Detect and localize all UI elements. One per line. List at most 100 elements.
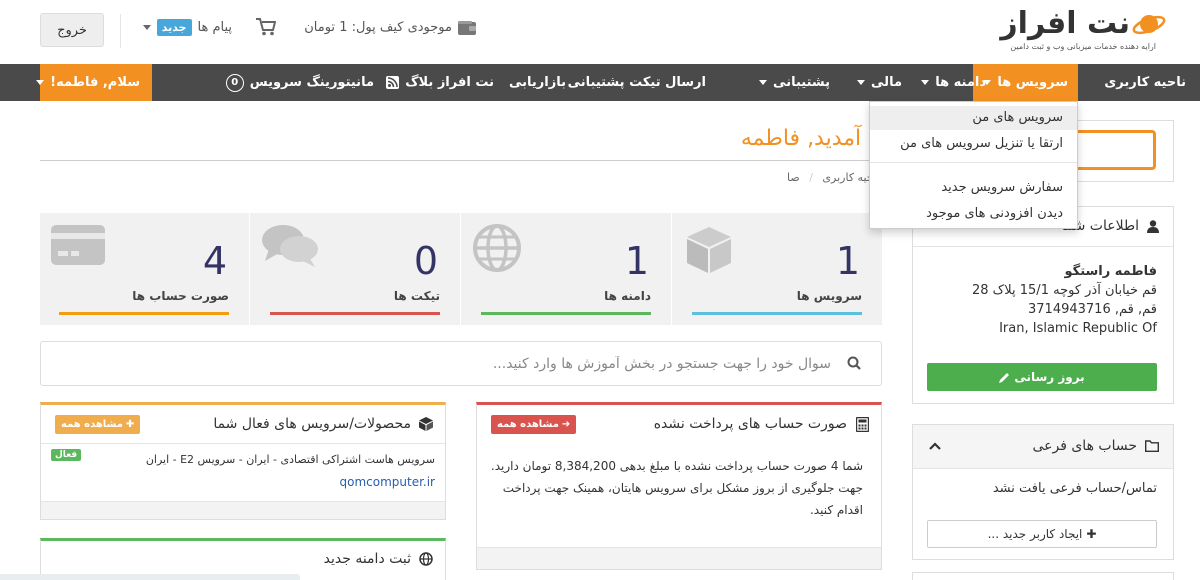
panel-footer: [41, 501, 445, 519]
dropdown-upgrade[interactable]: ارتقا یا تنزیل سرویس های من: [870, 132, 1077, 156]
wallet-balance[interactable]: موجودی کیف پول: 1 تومان: [304, 20, 476, 35]
calculator-icon: [856, 417, 869, 432]
kb-search-input[interactable]: [71, 354, 831, 374]
nav-support[interactable]: پشتیبانی: [759, 64, 830, 101]
site-logo[interactable]: نت افراز ارایه دهنده خدمات میزبانی وب و …: [990, 6, 1180, 58]
plus-icon: ✚: [1086, 527, 1097, 541]
contacts-empty-message: تماس/حساب فرعی یافت نشد: [992, 481, 1157, 496]
dropdown-my-services[interactable]: سرویس های من: [870, 106, 1077, 130]
stat-value: 1: [835, 239, 860, 283]
add-contact-button[interactable]: ✚ ایجاد کاربر جدید ...: [927, 520, 1157, 548]
status-badge: فعال: [51, 449, 82, 461]
nav-label: سرویس ها: [997, 75, 1068, 90]
panel-header: محصولات/سرویس های فعال شما ✚ مشاهده همه: [41, 405, 445, 443]
button-label: ایجاد کاربر جدید ...: [987, 527, 1083, 541]
logo-text: نت افراز: [1000, 6, 1131, 41]
chevron-up-icon[interactable]: [929, 442, 941, 450]
nav-label: دامنه ها: [935, 75, 986, 90]
welcome-header: خوش آمدید, فاطمه: [40, 100, 920, 161]
shopping-cart-icon: [256, 18, 276, 36]
nav-client-area[interactable]: ناحیه کاربری: [1104, 64, 1186, 101]
rss-icon: [386, 76, 400, 89]
client-name: فاطمه راستگو: [1064, 264, 1157, 279]
stat-tile-invoices[interactable]: 4 صورت حساب ها: [40, 213, 249, 325]
stat-color-bar: [270, 312, 440, 315]
panel-header[interactable]: حساب های فرعی: [913, 425, 1173, 469]
view-all-invoices-button[interactable]: ➔ مشاهده همه: [491, 415, 577, 434]
pencil-icon: [999, 372, 1010, 383]
view-all-products-button[interactable]: ✚ مشاهده همه: [55, 415, 141, 434]
top-header: نت افراز ارایه دهنده خدمات میزبانی وب و …: [0, 0, 1200, 64]
user-icon: [1147, 220, 1159, 233]
wallet-text: موجودی کیف پول: 1 تومان: [304, 20, 452, 35]
unpaid-invoices-panel: صورت حساب های پرداخت نشده ➔ مشاهده همه ش…: [476, 402, 882, 570]
comments-icon: [261, 223, 319, 269]
nav-label: بازاریابی: [509, 75, 566, 90]
client-address: فاطمه راستگو قم خیابان آذر کوچه 15/1 پلا…: [972, 262, 1157, 338]
nav-affiliates[interactable]: بازاریابی: [509, 64, 566, 101]
messages-label: پیام ها: [197, 20, 233, 35]
button-label: مشاهده همه: [497, 419, 559, 430]
logout-button[interactable]: خروج: [40, 13, 104, 47]
address-country: Iran, Islamic Republic Of: [999, 321, 1157, 336]
tile-divider: [460, 213, 461, 325]
stat-value: 0: [413, 239, 438, 283]
address-line: قم, قم, 3714943716: [1028, 302, 1157, 317]
nav-billing[interactable]: مالی: [857, 64, 902, 101]
sidebar-next-panel: [912, 572, 1174, 580]
nav-label: ارسال تیکت پشتیبانی: [567, 75, 706, 90]
messages-menu[interactable]: پیام ها جدید: [142, 19, 233, 36]
message-line: شما 4 صورت حساب پرداخت نشده با مبلغ بدهی…: [490, 459, 863, 473]
planet-icon: [1132, 10, 1166, 40]
chevron-down-icon: [759, 80, 768, 85]
services-dropdown-menu: سرویس های من ارتقا یا تنزیل سرویس های من…: [869, 101, 1078, 229]
message-line: اقدام کنید.: [809, 503, 863, 517]
stat-color-bar: [59, 312, 229, 315]
update-details-button[interactable]: بروز رسانی: [927, 363, 1157, 391]
search-icon: [847, 356, 861, 370]
nav-monitoring[interactable]: مانیتورینگ سرویس 0: [225, 64, 374, 101]
wallet-icon: [458, 20, 476, 35]
nav-label: سلام, فاطمه!: [50, 75, 140, 90]
globe-icon: [419, 552, 433, 566]
credit-card-icon: [50, 223, 106, 267]
stat-tile-services[interactable]: 1 سرویس ها: [673, 213, 882, 325]
breadcrumb-separator: /: [809, 171, 813, 184]
tile-divider: [249, 213, 250, 325]
nav-open-ticket[interactable]: ارسال تیکت پشتیبانی: [568, 64, 706, 101]
cube-icon: [419, 417, 433, 431]
stat-label: دامنه ها: [604, 289, 651, 303]
unpaid-invoices-message: شما 4 صورت حساب پرداخت نشده با مبلغ بدهی…: [483, 455, 863, 521]
dropdown-divider: [870, 162, 1077, 163]
nav-label: ناحیه کاربری: [1104, 75, 1186, 90]
status-strip: [0, 574, 300, 580]
chevron-down-icon: [857, 80, 866, 85]
cart-button[interactable]: [256, 18, 276, 36]
nav-user-menu[interactable]: سلام, فاطمه!: [36, 64, 152, 101]
product-name[interactable]: سرویس هاست اشتراکی اقتصادی - ایران - سرو…: [146, 453, 435, 466]
dropdown-order-new[interactable]: سفارش سرویس جدید: [870, 176, 1077, 200]
nav-services[interactable]: سرویس ها: [973, 64, 1078, 101]
client-info-panel: اطلاعات شما فاطمه راستگو قم خیابان آذر ک…: [912, 206, 1174, 404]
stat-tile-tickets[interactable]: 0 تیکت ها: [251, 213, 460, 325]
chevron-down-icon: [36, 80, 45, 85]
nav-label: مانیتورینگ سرویس: [249, 75, 374, 90]
stats-tiles: 1 سرویس ها 1 دامنه ها 0 تیکت ها 4 صورت ح…: [40, 213, 882, 325]
breadcrumb-current: صا: [787, 171, 800, 184]
dropdown-addons[interactable]: دیدن افزودنی های موجود: [870, 202, 1077, 226]
panel-title: ثبت دامنه جدید: [323, 551, 411, 567]
stat-tile-domains[interactable]: 1 دامنه ها: [462, 213, 671, 325]
panel-footer: [477, 547, 881, 569]
cube-icon: [683, 223, 735, 275]
panel-title: صورت حساب های پرداخت نشده: [653, 416, 847, 432]
product-domain[interactable]: qomcomputer.ir: [339, 475, 435, 489]
stat-label: تیکت ها: [393, 289, 440, 303]
nav-blog[interactable]: نت افراز بلاگ: [386, 64, 494, 101]
stat-label: صورت حساب ها: [132, 289, 229, 303]
stat-label: سرویس ها: [796, 289, 862, 303]
nav-label: نت افراز بلاگ: [405, 75, 494, 90]
panel-title: حساب های فرعی: [1032, 438, 1137, 454]
nav-label: مالی: [871, 75, 902, 90]
chevron-down-icon: [921, 80, 930, 85]
nav-domains[interactable]: دامنه ها: [921, 64, 986, 101]
